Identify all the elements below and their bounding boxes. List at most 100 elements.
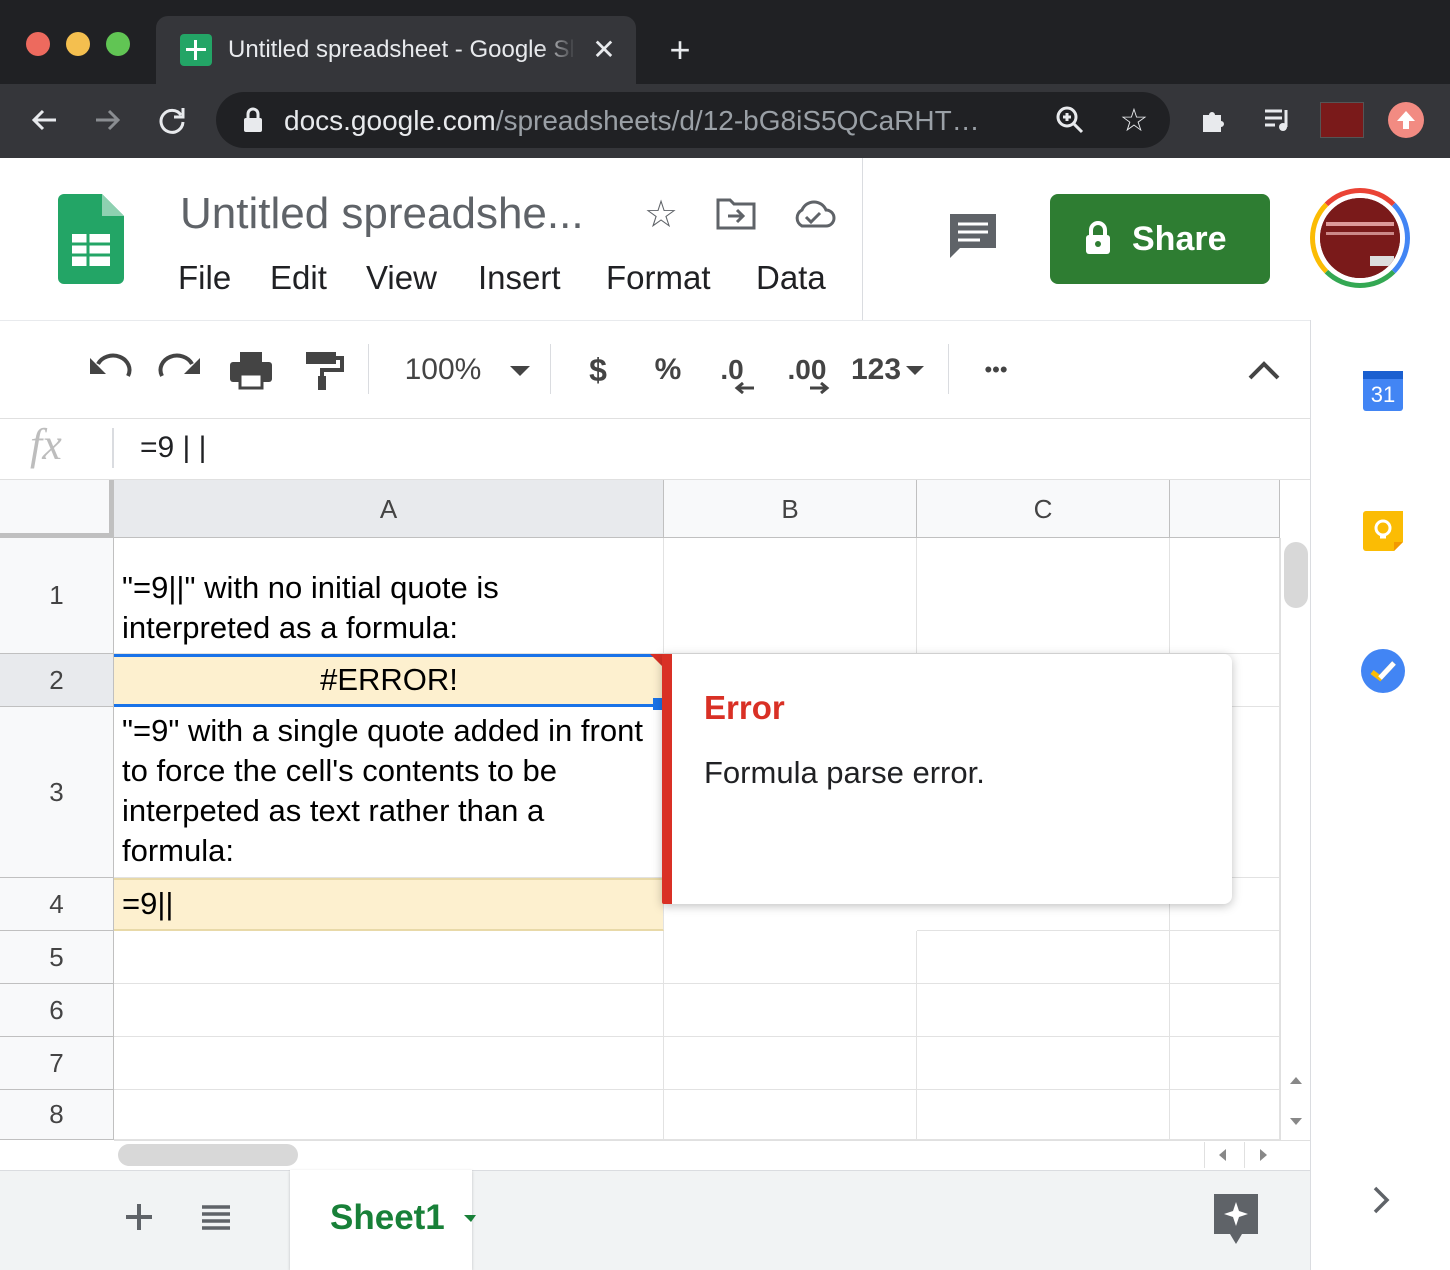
collapse-menus-icon[interactable] xyxy=(1244,348,1284,392)
cell-a7[interactable] xyxy=(114,1037,664,1090)
bookmark-star-icon[interactable]: ☆ xyxy=(1112,100,1156,140)
row-header-4[interactable]: 4 xyxy=(0,878,114,931)
currency-format-button[interactable]: $ xyxy=(578,348,618,392)
paint-format-icon[interactable] xyxy=(300,348,346,392)
star-icon[interactable]: ☆ xyxy=(644,196,682,234)
forward-icon[interactable] xyxy=(86,100,130,140)
comments-icon[interactable] xyxy=(946,210,1000,262)
cell-c1[interactable] xyxy=(917,538,1170,654)
redo-icon[interactable] xyxy=(158,348,204,392)
calendar-day: 31 xyxy=(1370,382,1396,407)
cell-d1[interactable] xyxy=(1170,538,1280,654)
column-header-d[interactable] xyxy=(1170,480,1280,538)
keep-icon[interactable] xyxy=(1362,510,1404,552)
row-header-8[interactable]: 8 xyxy=(0,1090,114,1140)
scroll-down-icon[interactable] xyxy=(1284,1112,1308,1132)
increase-decimal-button[interactable]: .00 xyxy=(780,348,834,394)
cell-a3[interactable]: "=9" with a single quote added in front … xyxy=(114,707,664,878)
cell-b1[interactable] xyxy=(664,538,917,654)
add-sheet-icon[interactable] xyxy=(122,1200,156,1234)
cell-c7[interactable] xyxy=(917,1037,1170,1090)
menu-edit[interactable]: Edit xyxy=(270,258,327,298)
more-formats-dropdown-icon[interactable] xyxy=(902,348,928,392)
toolbar-divider xyxy=(948,344,949,394)
document-title[interactable]: Untitled spreadshe... xyxy=(180,188,584,240)
column-header-a[interactable]: A xyxy=(114,480,664,538)
zoom-select[interactable]: 100% xyxy=(398,348,488,392)
profile-image-icon[interactable] xyxy=(1320,102,1364,138)
cell-a6[interactable] xyxy=(114,984,664,1037)
share-button[interactable]: Share xyxy=(1050,194,1270,284)
window-close-button[interactable] xyxy=(26,32,50,56)
menu-format[interactable]: Format xyxy=(606,258,711,298)
update-icon[interactable] xyxy=(1388,102,1424,138)
cell-b7[interactable] xyxy=(664,1037,917,1090)
vertical-scroll-thumb[interactable] xyxy=(1284,542,1308,608)
cell-a1[interactable]: "=9||" with no initial quote is interpre… xyxy=(114,538,664,654)
percent-format-button[interactable]: % xyxy=(646,348,690,392)
show-side-panel-icon[interactable] xyxy=(1366,1182,1396,1218)
scroll-right-icon[interactable] xyxy=(1244,1142,1280,1168)
extensions-icon[interactable] xyxy=(1192,100,1236,140)
cell-d8[interactable] xyxy=(1170,1090,1280,1140)
menu-data[interactable]: Data xyxy=(756,258,826,298)
cell-d2[interactable] xyxy=(1232,654,1280,707)
scroll-left-icon[interactable] xyxy=(1204,1142,1240,1168)
fx-icon: fx xyxy=(30,420,62,469)
explore-icon[interactable] xyxy=(1212,1192,1260,1246)
tab-close-icon[interactable]: ✕ xyxy=(590,32,618,68)
horizontal-scroll-thumb[interactable] xyxy=(118,1144,298,1166)
zoom-icon[interactable] xyxy=(1048,100,1092,140)
formula-input[interactable]: =9 | | xyxy=(140,428,206,468)
menu-file[interactable]: File xyxy=(178,258,231,298)
select-all-corner[interactable] xyxy=(0,480,114,538)
cell-b5[interactable] xyxy=(664,931,917,984)
sheet-tab-menu-icon[interactable] xyxy=(462,1206,476,1230)
cell-d3[interactable] xyxy=(1232,707,1280,878)
zoom-dropdown-icon[interactable] xyxy=(506,348,534,392)
sheet-tab-label: Sheet1 xyxy=(330,1198,445,1237)
menu-view[interactable]: View xyxy=(366,258,437,298)
cell-b6[interactable] xyxy=(664,984,917,1037)
cell-a5[interactable] xyxy=(114,931,664,984)
cell-d6[interactable] xyxy=(1170,984,1280,1037)
cell-c5[interactable] xyxy=(917,931,1170,984)
cell-d5[interactable] xyxy=(1170,931,1280,984)
print-icon[interactable] xyxy=(228,348,274,392)
row-header-7[interactable]: 7 xyxy=(0,1037,114,1090)
cell-a2-selected[interactable]: #ERROR! xyxy=(114,654,664,707)
row-header-1[interactable]: 1 xyxy=(0,538,114,654)
tasks-icon[interactable] xyxy=(1360,648,1406,694)
move-folder-icon[interactable] xyxy=(716,196,756,230)
reload-icon[interactable] xyxy=(150,100,194,140)
lock-icon[interactable] xyxy=(242,106,264,134)
scroll-up-icon[interactable] xyxy=(1284,1070,1308,1090)
new-tab-button[interactable]: + xyxy=(662,30,698,70)
row-header-2[interactable]: 2 xyxy=(0,654,114,707)
row-header-5[interactable]: 5 xyxy=(0,931,114,984)
cell-d7[interactable] xyxy=(1170,1037,1280,1090)
decrease-decimal-button[interactable]: .0 xyxy=(710,348,754,394)
url-text[interactable]: docs.google.com/spreadsheets/d/12-bG8iS5… xyxy=(284,102,1024,140)
more-formats-button[interactable]: 123 xyxy=(848,348,904,392)
tab-title-fade xyxy=(540,30,576,70)
all-sheets-icon[interactable] xyxy=(198,1200,234,1234)
cell-a4[interactable]: =9|| xyxy=(114,878,664,931)
row-header-6[interactable]: 6 xyxy=(0,984,114,1037)
sheets-logo-icon[interactable] xyxy=(58,194,124,284)
window-zoom-button[interactable] xyxy=(106,32,130,56)
menu-insert[interactable]: Insert xyxy=(478,258,561,298)
row-header-3[interactable]: 3 xyxy=(0,707,114,878)
back-icon[interactable] xyxy=(22,100,66,140)
media-control-icon[interactable] xyxy=(1256,100,1300,140)
cell-b8[interactable] xyxy=(664,1090,917,1140)
more-options-icon[interactable]: ••• xyxy=(972,348,1020,392)
cell-c6[interactable] xyxy=(917,984,1170,1037)
column-header-b[interactable]: B xyxy=(664,480,917,538)
undo-icon[interactable] xyxy=(86,348,132,392)
cell-a8[interactable] xyxy=(114,1090,664,1140)
vertical-scrollbar[interactable] xyxy=(1280,538,1310,1140)
window-minimize-button[interactable] xyxy=(66,32,90,56)
cell-c8[interactable] xyxy=(917,1090,1170,1140)
column-header-c[interactable]: C xyxy=(917,480,1170,538)
